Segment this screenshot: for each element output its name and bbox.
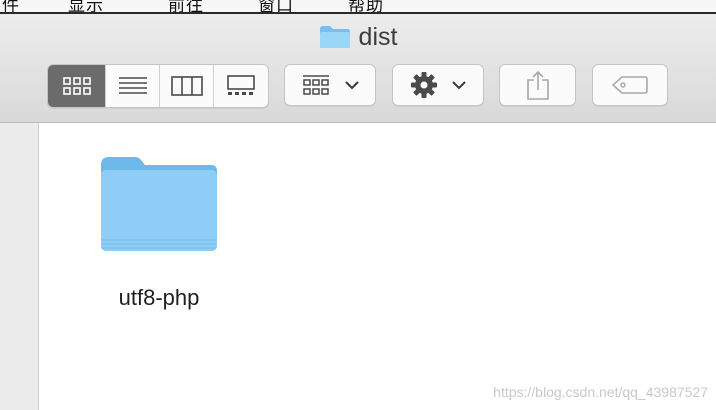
group-by-icon [303, 75, 329, 95]
chevron-down-icon [452, 80, 466, 89]
toolbar: dist [0, 14, 716, 123]
icon-grid-icon [62, 77, 91, 95]
file-browser-content: utf8-php https://blog.csdn.net/qq_439875… [39, 123, 716, 410]
folder-icon [319, 25, 351, 49]
list-icon [118, 77, 147, 94]
view-mode-segmented-control [47, 64, 269, 108]
menu-item-go[interactable]: 前往 [168, 0, 204, 12]
share-icon [526, 70, 549, 100]
folder-icon [99, 155, 219, 253]
icon-view-button[interactable] [48, 65, 106, 107]
file-item[interactable]: utf8-php [97, 155, 221, 311]
sidebar [0, 123, 39, 410]
gallery-icon [227, 75, 255, 95]
column-view-button[interactable] [160, 65, 214, 107]
menu-item-window[interactable]: 窗口 [258, 0, 294, 12]
tag-icon [612, 76, 648, 94]
watermark-text: https://blog.csdn.net/qq_43987527 [493, 384, 708, 400]
menu-item-view[interactable]: 显示 [68, 0, 104, 12]
finder-window: 件 显示 前往 窗口 帮助 dist utf8-php https://blog… [0, 0, 716, 410]
window-title-text: dist [358, 23, 398, 51]
menu-item-file[interactable]: 件 [2, 0, 20, 12]
list-view-button[interactable] [106, 65, 160, 107]
share-button[interactable] [499, 64, 576, 106]
window-title: dist [0, 22, 716, 52]
gallery-view-button[interactable] [214, 65, 268, 107]
file-name-label: utf8-php [118, 285, 200, 310]
chevron-down-icon [345, 80, 359, 89]
menu-item-help[interactable]: 帮助 [348, 0, 384, 12]
tag-button[interactable] [592, 64, 668, 106]
columns-icon [170, 76, 203, 96]
gear-icon [411, 72, 437, 98]
action-menu-button[interactable] [392, 64, 484, 106]
group-by-button[interactable] [284, 64, 376, 106]
menu-bar: 件 显示 前往 窗口 帮助 [0, 0, 716, 14]
